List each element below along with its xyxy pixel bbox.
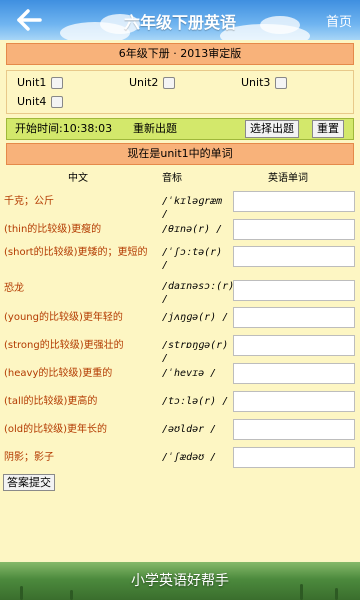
grass-decoration <box>70 590 73 600</box>
renew-questions-link[interactable]: 重新出题 <box>133 119 177 139</box>
answer-input[interactable] <box>233 419 355 440</box>
word-phonetic: /tɔːlə(r) / <box>162 396 229 407</box>
word-phonetic: /jʌŋɡə(r) / <box>162 312 229 323</box>
word-phonetic: /əʊldər / <box>162 424 217 435</box>
word-phonetic: /strɒŋɡə(r) / <box>162 340 229 364</box>
word-chinese: (tall的比较级)更高的 <box>4 396 98 407</box>
answer-input[interactable] <box>233 391 355 412</box>
word-chinese: (heavy的比较级)更重的 <box>4 368 113 379</box>
word-chinese: (thin的比较级)更瘦的 <box>4 224 102 235</box>
control-bar: 开始时间:10:38:03 重新出题 选择出题 重置 <box>6 118 354 140</box>
word-chinese: (strong的比较级)更强壮的 <box>4 340 124 351</box>
status-banner: 现在是unit1中的单词 <box>6 143 354 165</box>
answer-input[interactable] <box>233 280 355 301</box>
version-banner: 6年级下册 · 2013审定版 <box>6 43 354 65</box>
word-chinese: 千克；公斤 <box>4 196 54 207</box>
main-content: 6年级下册 · 2013审定版 Unit1 Unit2 Unit3 Unit4 … <box>0 40 360 562</box>
answer-input[interactable] <box>233 307 355 328</box>
word-chinese: (old的比较级)更年长的 <box>4 424 108 435</box>
column-header-chinese: 中文 <box>68 173 88 184</box>
unit-option[interactable]: Unit2 <box>129 76 176 90</box>
answer-input[interactable] <box>233 246 355 267</box>
column-header-phonetic: 音标 <box>162 173 182 184</box>
word-phonetic: /ˈhevɪə / <box>162 368 217 379</box>
column-header-english: 英语单词 <box>268 173 308 184</box>
select-questions-button[interactable]: 选择出题 <box>245 120 299 138</box>
answer-input[interactable] <box>233 219 355 240</box>
submit-answers-button[interactable]: 答案提交 <box>3 474 55 491</box>
start-time: 开始时间:10:38:03 <box>15 122 113 135</box>
unit3-checkbox[interactable] <box>275 77 288 89</box>
unit-option[interactable]: Unit4 <box>17 95 64 109</box>
answer-input[interactable] <box>233 447 355 468</box>
unit-option[interactable]: Unit3 <box>241 76 288 90</box>
reset-button[interactable]: 重置 <box>312 120 344 138</box>
unit-label: Unit1 <box>17 76 47 89</box>
word-chinese: 恐龙 <box>4 283 24 294</box>
word-chinese: 阴影；影子 <box>4 452 54 463</box>
home-link[interactable]: 首页 <box>326 11 352 30</box>
unit-label: Unit2 <box>129 76 159 89</box>
answer-input[interactable] <box>233 335 355 356</box>
unit-label: Unit4 <box>17 95 47 108</box>
unit4-checkbox[interactable] <box>51 96 64 108</box>
unit1-checkbox[interactable] <box>51 77 64 89</box>
answer-input[interactable] <box>233 363 355 384</box>
word-chinese: (short的比较级)更矮的；更短的 <box>4 247 148 258</box>
word-phonetic: /daɪnəsɔː(r) / <box>162 281 235 305</box>
answer-input[interactable] <box>233 191 355 212</box>
unit2-checkbox[interactable] <box>163 77 176 89</box>
word-phonetic: /ˈkɪləɡræm / <box>162 196 223 220</box>
unit-selector: Unit1 Unit2 Unit3 Unit4 <box>6 70 354 114</box>
word-phonetic: /θɪnə(r) / <box>162 224 223 235</box>
word-phonetic: /ˈʃædəʊ / <box>162 452 217 463</box>
page-title: 六年级下册英语 <box>123 13 236 32</box>
app-header: 六年级下册英语 首页 <box>0 0 360 40</box>
word-phonetic: /ˈʃɔːtə(r) / <box>162 247 223 271</box>
unit-option[interactable]: Unit1 <box>17 76 64 90</box>
footer-slogan: 小学英语好帮手 <box>131 573 229 589</box>
app-footer: 小学英语好帮手 <box>0 562 360 600</box>
word-chinese: (young的比较级)更年轻的 <box>4 312 123 323</box>
unit-label: Unit3 <box>241 76 271 89</box>
